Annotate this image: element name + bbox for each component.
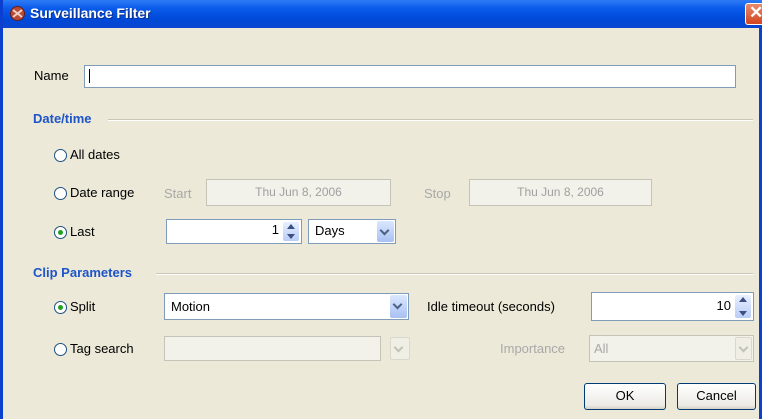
last-count-spinner[interactable]: 1 <box>166 219 302 244</box>
datetime-section-title: Date/time <box>33 111 92 126</box>
spinner-arrows[interactable] <box>735 295 751 318</box>
chevron-down-icon[interactable] <box>735 337 752 360</box>
last-radio[interactable] <box>54 226 67 239</box>
name-input[interactable] <box>84 65 736 88</box>
tag-search-radio[interactable] <box>54 343 67 356</box>
split-select[interactable]: Motion <box>164 293 409 320</box>
chevron-down-icon[interactable] <box>390 337 410 360</box>
title-bar[interactable]: Surveillance Filter <box>3 0 762 28</box>
text-caret <box>89 69 90 83</box>
clip-section-title: Clip Parameters <box>33 265 132 280</box>
window-title: Surveillance Filter <box>30 5 151 21</box>
start-date-field[interactable]: Thu Jun 8, 2006 <box>206 179 391 206</box>
split-radio[interactable] <box>54 301 67 314</box>
spinner-arrows[interactable] <box>283 222 299 241</box>
last-count-value: 1 <box>271 222 279 237</box>
close-button[interactable]: ✕ <box>745 3 762 25</box>
stop-label: Stop <box>424 186 451 201</box>
ok-button[interactable]: OK <box>584 383 666 410</box>
all-dates-label[interactable]: All dates <box>70 147 120 162</box>
spin-up-icon[interactable] <box>287 224 295 229</box>
app-icon <box>10 6 25 21</box>
last-label[interactable]: Last <box>70 224 95 239</box>
split-label[interactable]: Split <box>70 299 95 314</box>
split-value: Motion <box>171 299 211 314</box>
date-range-label[interactable]: Date range <box>70 185 134 200</box>
tag-search-label[interactable]: Tag search <box>70 341 134 356</box>
clip-divider <box>156 273 753 275</box>
stop-date-field[interactable]: Thu Jun 8, 2006 <box>469 179 652 206</box>
name-label: Name <box>34 68 69 83</box>
importance-select[interactable]: All <box>589 335 754 362</box>
spin-up-icon[interactable] <box>739 297 747 302</box>
last-unit-select[interactable]: Days <box>308 219 396 244</box>
idle-timeout-label: Idle timeout (seconds) <box>427 299 555 314</box>
spin-down-icon[interactable] <box>739 311 747 316</box>
tag-search-dropdown-button[interactable] <box>389 337 410 360</box>
importance-label: Importance <box>500 341 566 356</box>
all-dates-radio[interactable] <box>54 149 67 162</box>
chevron-down-icon[interactable] <box>377 221 394 242</box>
datetime-divider <box>108 119 753 121</box>
tag-search-input[interactable] <box>164 336 381 361</box>
idle-timeout-spinner[interactable]: 10 <box>591 292 754 321</box>
idle-timeout-value: 10 <box>716 298 731 313</box>
last-unit-value: Days <box>315 223 345 238</box>
importance-value: All <box>594 341 609 356</box>
date-range-radio[interactable] <box>54 187 67 200</box>
close-icon: ✕ <box>749 3 762 22</box>
spin-down-icon[interactable] <box>287 234 295 239</box>
chevron-down-icon[interactable] <box>390 295 407 318</box>
start-label: Start <box>164 186 192 201</box>
cancel-button[interactable]: Cancel <box>677 383 756 410</box>
